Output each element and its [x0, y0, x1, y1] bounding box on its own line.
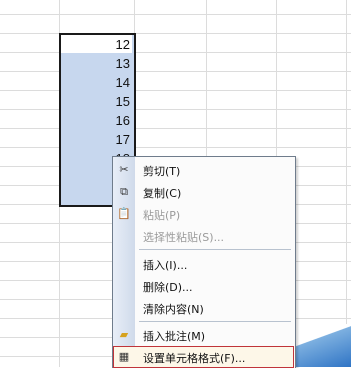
grid-line: [0, 71, 351, 72]
menu-item-format-cells[interactable]: ▦ 设置单元格格式(F)...: [113, 346, 295, 368]
menu-item-label: 粘贴(P): [143, 209, 181, 222]
menu-item-label: 删除(D)...: [143, 281, 193, 294]
menu-item-cut[interactable]: ✂ 剪切(T): [113, 159, 295, 181]
menu-item-paste[interactable]: 📋 粘贴(P): [113, 203, 295, 225]
grid-line: [0, 14, 351, 15]
menu-item-label: 复制(C): [143, 187, 182, 200]
menu-item-delete[interactable]: 删除(D)...: [113, 275, 295, 297]
menu-item-label: 选择性粘贴(S)...: [143, 231, 225, 244]
grid-line: [0, 52, 351, 53]
menu-item-label: 设置单元格格式(F)...: [143, 352, 246, 365]
scissors-icon: ✂: [119, 163, 129, 176]
grid-line: [0, 147, 351, 148]
menu-item-insert-comment[interactable]: ▰ 插入批注(M): [113, 324, 295, 346]
menu-item-insert[interactable]: 插入(I)...: [113, 253, 295, 275]
paste-icon: 📋: [117, 207, 131, 220]
grid-line: [0, 33, 351, 34]
format-cells-icon: ▦: [118, 350, 130, 363]
grid-line: [0, 90, 351, 91]
menu-separator: [139, 321, 291, 322]
menu-item-clear-contents[interactable]: 清除内容(N): [113, 297, 295, 319]
copy-icon: ⧉: [120, 185, 128, 198]
menu-item-label: 插入批注(M): [143, 330, 206, 343]
menu-item-label: 清除内容(N): [143, 303, 204, 316]
menu-separator: [139, 249, 291, 250]
grid-line: [0, 128, 351, 129]
menu-item-label: 插入(I)...: [143, 259, 188, 272]
grid-line: [0, 109, 351, 110]
context-menu: ✂ 剪切(T) ⧉ 复制(C) 📋 粘贴(P) 选择性粘贴(S)... 插入(I…: [112, 156, 296, 368]
menu-item-paste-special[interactable]: 选择性粘贴(S)...: [113, 225, 295, 247]
grid-line: [346, 0, 347, 367]
comment-icon: ▰: [119, 328, 129, 341]
menu-item-copy[interactable]: ⧉ 复制(C): [113, 181, 295, 203]
decorative-corner: [295, 324, 351, 367]
menu-item-label: 剪切(T): [143, 165, 181, 178]
